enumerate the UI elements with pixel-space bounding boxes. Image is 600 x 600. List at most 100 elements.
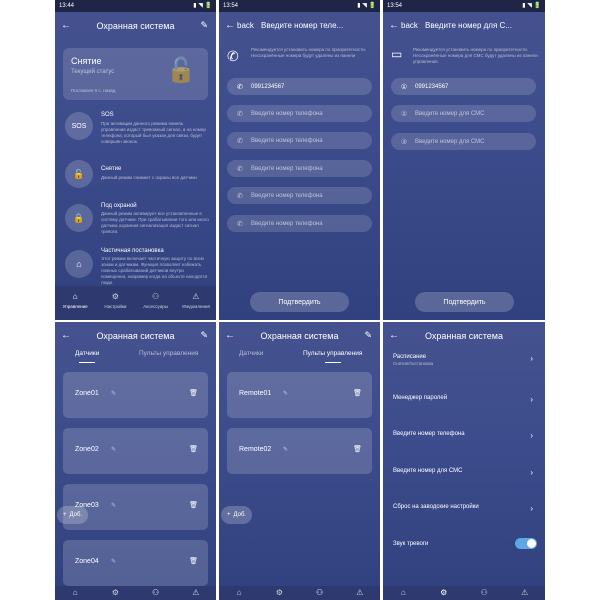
row-label: Сброс на заводские настройки bbox=[393, 504, 479, 510]
back-label[interactable]: back bbox=[401, 21, 418, 30]
back-label[interactable]: back bbox=[237, 21, 254, 30]
trash-icon[interactable]: 🗑 bbox=[353, 445, 362, 453]
row-label: Введите номер телефона bbox=[393, 431, 465, 437]
nav-notifications[interactable]: ⚠ bbox=[505, 586, 546, 600]
zone-card[interactable]: Zone02 ✎ 🗑 bbox=[63, 428, 208, 474]
phone-input-3[interactable]: ✆ Введите номер телефона bbox=[227, 132, 372, 149]
nav-control[interactable]: ⌂ bbox=[219, 586, 259, 600]
warning-icon: ⚠ bbox=[192, 588, 200, 597]
sms-input-2[interactable]: ② Введите номер для СМС bbox=[391, 105, 536, 122]
input-placeholder: Введите номер для СМС bbox=[415, 110, 485, 117]
settings-row-passwords[interactable]: Менеджер паролей › bbox=[393, 395, 533, 404]
plus-icon: + bbox=[63, 512, 67, 518]
sms-input-1[interactable]: ① 0991234567 bbox=[391, 78, 536, 95]
phone-input-1[interactable]: ✆ 0991234567 bbox=[227, 78, 372, 95]
edit-icon[interactable]: ✎ bbox=[364, 330, 372, 341]
nav-notifications[interactable]: ⚠ bbox=[176, 586, 216, 600]
phone-input-5[interactable]: ✆ Введите номер телефона bbox=[227, 187, 372, 204]
nav-notifications[interactable]: ⚠ bbox=[340, 586, 380, 600]
phone-input-4[interactable]: ✆ Введите номер телефона bbox=[227, 160, 372, 177]
edit-small-icon[interactable]: ✎ bbox=[283, 390, 288, 397]
mode-disarm[interactable]: 🔓 Снятие Данный режим снимает с охраны в… bbox=[63, 158, 211, 196]
edit-small-icon[interactable]: ✎ bbox=[111, 502, 116, 509]
unlock-small-icon: 🔓 bbox=[65, 160, 93, 188]
home-nav-icon: ⌂ bbox=[400, 588, 406, 597]
nav-accessories[interactable]: ⚇ bbox=[464, 586, 505, 600]
remote-card[interactable]: Remote02 ✎ 🗑 bbox=[227, 428, 372, 474]
confirm-button[interactable]: Подтвердить bbox=[250, 292, 349, 312]
row-label: Расписание bbox=[393, 354, 427, 360]
tab-remotes[interactable]: Пульты управления bbox=[303, 350, 362, 357]
trash-icon[interactable]: 🗑 bbox=[189, 501, 198, 509]
tab-remotes[interactable]: Пульты управления bbox=[139, 350, 198, 357]
trash-icon[interactable]: 🗑 bbox=[189, 389, 198, 397]
page-title: Введите номер для С... bbox=[425, 21, 512, 30]
chevron-right-icon: › bbox=[530, 395, 533, 404]
nav-accessories[interactable]: ⚇ bbox=[300, 586, 340, 600]
nav-notifications[interactable]: ⚠ Уведомления bbox=[176, 286, 216, 320]
status-bar: 13:54 ▮ ◥ 🔋 bbox=[383, 0, 545, 12]
mode-sos[interactable]: SOS SOS При активации данного режима пан… bbox=[63, 110, 211, 154]
status-card-subtitle: Текущий статус bbox=[71, 69, 115, 75]
edit-small-icon[interactable]: ✎ bbox=[111, 558, 116, 565]
nav-control[interactable]: ⌂ bbox=[383, 586, 424, 600]
edit-icon[interactable]: ✎ bbox=[200, 20, 208, 31]
nav-settings[interactable]: ⚙ bbox=[259, 586, 299, 600]
slot-3-icon: ③ bbox=[400, 138, 408, 146]
page-title: Охранная система bbox=[96, 21, 175, 31]
nav-settings[interactable]: ⚙ Настройки bbox=[95, 286, 135, 320]
edit-icon[interactable]: ✎ bbox=[200, 330, 208, 341]
nav-settings[interactable]: ⚙ bbox=[424, 586, 465, 600]
settings-row-phone[interactable]: Введите номер телефона › bbox=[393, 431, 533, 440]
tab-sensors[interactable]: Датчики bbox=[75, 350, 99, 357]
nav-control[interactable]: ⌂ bbox=[55, 586, 95, 600]
settings-row-sms[interactable]: Введите номер для СМС › bbox=[393, 468, 533, 477]
nav-accessories[interactable]: ⚇ bbox=[136, 586, 176, 600]
sms-input-3[interactable]: ③ Введите номер для СМС bbox=[391, 133, 536, 150]
settings-row-reset[interactable]: Сброс на заводские настройки › bbox=[393, 504, 533, 513]
warning-icon: ⚠ bbox=[192, 292, 200, 301]
settings-row-alarm-sound: Звук тревоги bbox=[393, 541, 533, 547]
add-button[interactable]: + Доб. bbox=[221, 506, 253, 524]
settings-row-schedule[interactable]: Расписание Снятие/постановка › bbox=[393, 354, 533, 374]
nav-accessories[interactable]: ⚇ Аксессуары bbox=[136, 286, 176, 320]
zone-label: Zone01 bbox=[75, 390, 99, 397]
screenshot-grid: 13:44 ▮ ◥ 🔋 ← Охранная система ✎ Снятие Т… bbox=[0, 0, 600, 600]
edit-small-icon[interactable]: ✎ bbox=[111, 390, 116, 397]
nav-settings[interactable]: ⚙ bbox=[95, 586, 135, 600]
phone-icon: ✆ bbox=[227, 48, 239, 64]
back-arrow-icon[interactable]: ← bbox=[225, 20, 235, 31]
edit-small-icon[interactable]: ✎ bbox=[283, 446, 288, 453]
mode-arm[interactable]: 🔒 Под охраной Данный режим активирует вс… bbox=[63, 200, 211, 244]
trash-icon[interactable]: 🗑 bbox=[353, 389, 362, 397]
row-label: Менеджер паролей bbox=[393, 395, 448, 401]
trash-icon[interactable]: 🗑 bbox=[189, 445, 198, 453]
row-label: Звук тревоги bbox=[393, 541, 429, 547]
phone-icon: ✆ bbox=[237, 110, 243, 118]
tab-sensors[interactable]: Датчики bbox=[239, 350, 263, 357]
app-bar: ← Охранная система ✎ bbox=[55, 12, 216, 42]
trash-icon[interactable]: 🗑 bbox=[189, 557, 198, 565]
back-arrow-icon[interactable]: ← bbox=[389, 20, 399, 31]
remote-card[interactable]: Remote01 ✎ 🗑 bbox=[227, 372, 372, 418]
gear-icon: ⚙ bbox=[275, 588, 283, 597]
alarm-sound-toggle[interactable] bbox=[515, 538, 537, 549]
edit-small-icon[interactable]: ✎ bbox=[111, 446, 116, 453]
confirm-button[interactable]: Подтвердить bbox=[415, 292, 514, 312]
phone-input-2[interactable]: ✆ Введите номер телефона bbox=[227, 105, 372, 122]
mode-partial[interactable]: ⌂ Частичная постановка Этот режим включа… bbox=[63, 246, 211, 286]
input-placeholder: Введите номер телефона bbox=[251, 110, 323, 117]
sensor-icon: ⚇ bbox=[316, 588, 324, 597]
input-value: 0991234567 bbox=[415, 83, 449, 90]
zone-card[interactable]: Zone03 ✎ 🗑 bbox=[63, 484, 208, 530]
bottom-nav: ⌂ ⚙ ⚇ ⚠ bbox=[219, 586, 380, 600]
add-button[interactable]: + Доб. bbox=[57, 506, 89, 524]
zone-card[interactable]: Zone04 ✎ 🗑 bbox=[63, 540, 208, 586]
status-card[interactable]: Снятие Текущий статус Поставлен 0 с. наз… bbox=[63, 48, 208, 100]
chevron-right-icon: › bbox=[530, 431, 533, 440]
status-time: 13:44 bbox=[59, 3, 75, 9]
phone-icon: ✆ bbox=[237, 137, 243, 145]
nav-control[interactable]: ⌂ Управление bbox=[55, 286, 95, 320]
phone-input-6[interactable]: ✆ Введите номер телефона bbox=[227, 215, 372, 232]
zone-card[interactable]: Zone01 ✎ 🗑 bbox=[63, 372, 208, 418]
